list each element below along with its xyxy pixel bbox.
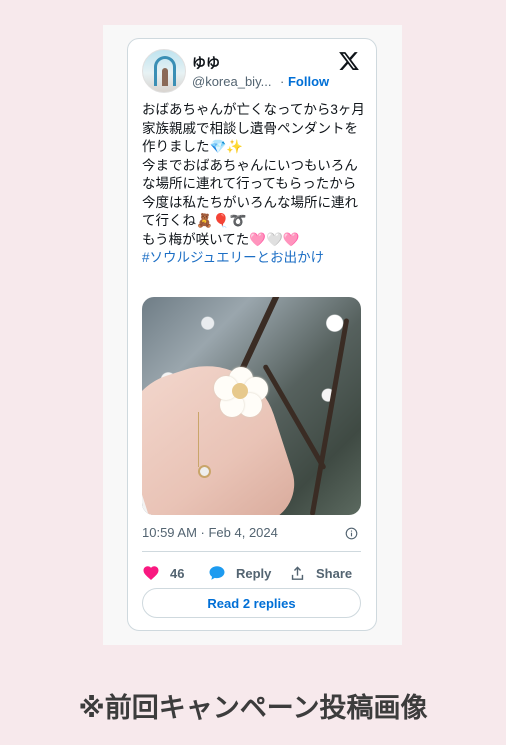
user-handle[interactable]: @korea_biy...	[192, 74, 271, 89]
follow-separator: ·	[280, 74, 285, 89]
divider	[142, 551, 361, 552]
tweet-photo[interactable]	[142, 297, 361, 515]
avatar-figure	[162, 68, 168, 86]
tweet-text-line: もう梅が咲いてた🩷🤍🩷	[142, 231, 300, 247]
read-replies-button[interactable]: Read 2 replies	[142, 588, 361, 618]
embed-frame: ゆゆ @korea_biy... · Follow おばあちゃんが亡くなってから…	[103, 25, 402, 645]
hashtag-link[interactable]: #ソウルジュエリーとお出かけ	[142, 250, 324, 265]
tweet-text-line: おばあちゃんが亡くなってから3ヶ月	[142, 102, 365, 117]
like-count: 46	[170, 565, 185, 581]
tweet-text: おばあちゃんが亡くなってから3ヶ月 家族親戚で相談し遺骨ペンダントを作りました💎…	[142, 101, 366, 268]
tweet-text-line: 今までおばあちゃんにいつもいろんな場所に連れて行ってもらったから今度は私たちがい…	[142, 157, 358, 229]
branch	[309, 318, 350, 515]
share-button[interactable]: Share	[289, 562, 352, 584]
tweet-text-line: 家族親戚で相談し遺骨ペンダントを作りました💎✨	[142, 120, 358, 155]
avatar[interactable]	[142, 49, 186, 93]
like-button[interactable]: 46	[142, 562, 184, 584]
reply-button[interactable]: Reply	[208, 562, 271, 584]
speech-bubble-icon	[209, 566, 225, 580]
plum-blossom	[214, 367, 268, 417]
share-label: Share	[316, 565, 353, 581]
x-logo-icon[interactable]	[338, 50, 360, 72]
necklace-chain	[198, 412, 208, 467]
campaign-caption: ※前回キャンペーン投稿画像	[78, 693, 428, 724]
heart-icon	[143, 566, 159, 580]
follow-button[interactable]: Follow	[288, 74, 329, 89]
share-icon	[291, 565, 304, 580]
timestamp[interactable]: 10:59 AM · Feb 4, 2024	[142, 525, 278, 540]
tweet-card[interactable]: ゆゆ @korea_biy... · Follow おばあちゃんが亡くなってから…	[127, 38, 377, 631]
info-icon[interactable]	[345, 527, 358, 540]
display-name[interactable]: ゆゆ	[192, 53, 220, 73]
follow-area: · Follow	[280, 74, 329, 89]
reply-label: Reply	[236, 565, 272, 581]
pendant	[198, 465, 211, 478]
